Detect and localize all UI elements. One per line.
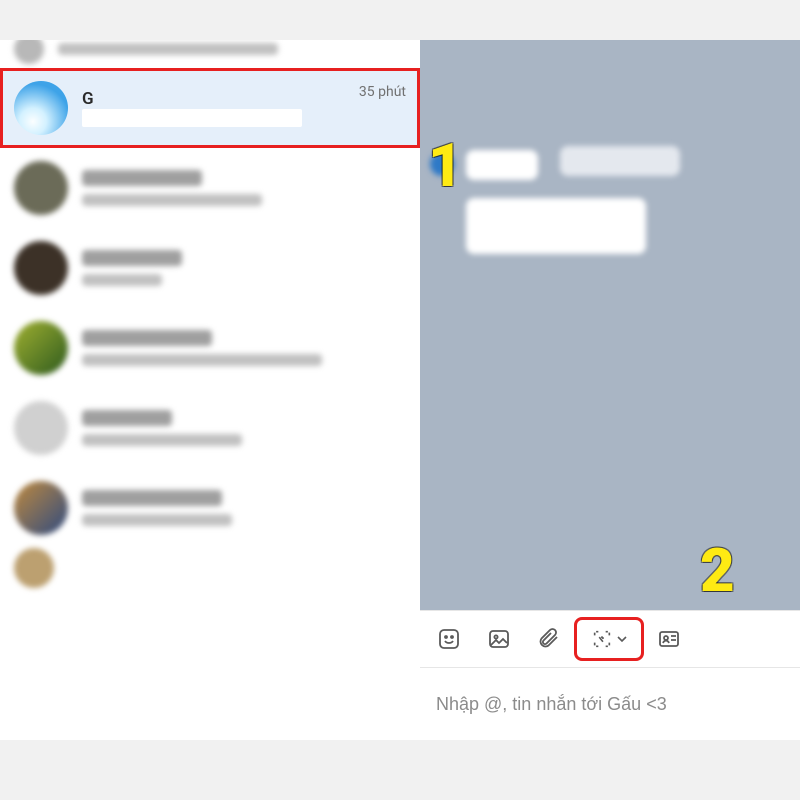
avatar [14,321,68,375]
paperclip-icon [537,627,561,651]
contact-name: G [82,89,345,109]
screenshot-button[interactable] [576,619,642,659]
avatar [14,40,44,64]
conversation-list: G 35 phút [0,40,420,740]
messages-area [420,40,800,610]
message-preview [82,109,302,127]
composer-toolbar [420,610,800,668]
message-bubble [560,146,680,176]
list-item-selected[interactable]: G 35 phút [0,68,420,148]
message-input[interactable] [434,693,786,716]
image-icon [487,627,511,651]
message-bubble [466,198,646,254]
namecard-button[interactable] [646,619,692,659]
list-item[interactable] [0,40,420,68]
list-item[interactable] [0,548,420,588]
namecard-icon [657,627,681,651]
list-item[interactable] [0,468,420,548]
avatar [14,241,68,295]
conversation-pane [420,40,800,740]
sticker-icon [437,627,461,651]
list-item[interactable] [0,228,420,308]
image-button[interactable] [476,619,522,659]
list-item[interactable] [0,308,420,388]
avatar [14,481,68,535]
message-bubble [466,150,538,180]
timestamp: 35 phút [359,84,406,100]
avatar [430,152,454,176]
list-item[interactable] [0,148,420,228]
avatar [14,548,54,588]
screenshot-icon [591,628,613,650]
chevron-down-icon [617,634,627,644]
avatar [14,161,68,215]
list-item[interactable] [0,388,420,468]
avatar [14,401,68,455]
sticker-button[interactable] [426,619,472,659]
attach-button[interactable] [526,619,572,659]
composer [420,668,800,740]
avatar [14,81,68,135]
